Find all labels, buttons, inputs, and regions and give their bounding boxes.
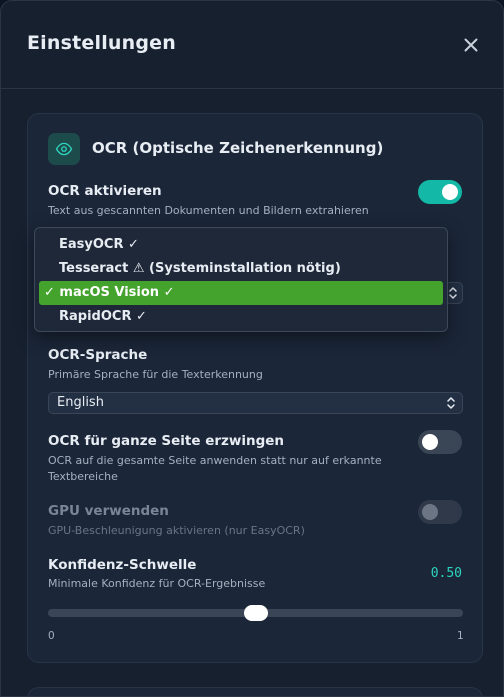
- enable-ocr-toggle[interactable]: [418, 180, 462, 204]
- gpu-label: GPU verwenden: [48, 503, 169, 519]
- force-full-page-toggle[interactable]: [418, 430, 462, 454]
- slider-min-label: 0: [48, 630, 55, 642]
- settings-dialog: Einstellungen OCR (Optische Zeichenerken…: [0, 0, 504, 697]
- confidence-label: Konfidenz-Schwelle: [48, 557, 197, 573]
- ocr-language-description: Primäre Sprache für die Texterkennung: [48, 368, 263, 381]
- ocr-language-label: OCR-Sprache: [48, 347, 148, 363]
- ocr-language-value: English: [57, 395, 104, 410]
- toggle-knob: [442, 184, 458, 200]
- toggle-knob: [422, 504, 438, 520]
- ocr-language-select[interactable]: English: [48, 392, 463, 414]
- toggle-knob: [422, 434, 438, 450]
- slider-max-label: 1: [457, 630, 464, 642]
- chevron-updown-icon: [449, 287, 457, 299]
- dialog-title: Einstellungen: [27, 32, 176, 54]
- engine-option[interactable]: RapidOCR ✓: [39, 305, 443, 329]
- engine-option-selected[interactable]: ✓ macOS Vision ✓: [39, 281, 443, 305]
- slider-thumb[interactable]: [243, 605, 268, 621]
- close-button[interactable]: [459, 33, 483, 57]
- enable-ocr-description: Text aus gescannten Dokumenten und Bilde…: [48, 204, 369, 217]
- chevron-updown-icon: [447, 397, 455, 409]
- force-full-page-label: OCR für ganze Seite erzwingen: [48, 433, 285, 449]
- ocr-engine-dropdown: EasyOCR ✓ Tesseract ⚠ (Systeminstallatio…: [34, 227, 448, 332]
- eye-icon: [55, 142, 73, 156]
- next-settings-card: [27, 687, 483, 696]
- dialog-header: Einstellungen: [1, 1, 503, 89]
- section-icon: [48, 133, 80, 165]
- gpu-description: GPU-Beschleunigung aktivieren (nur EasyO…: [48, 524, 305, 537]
- section-title: OCR (Optische Zeichenerkennung): [92, 139, 384, 157]
- gpu-toggle[interactable]: [418, 500, 462, 524]
- confidence-value: 0.50: [430, 566, 462, 581]
- close-icon: [464, 38, 478, 52]
- ocr-engine-select[interactable]: [446, 282, 463, 304]
- confidence-slider[interactable]: [48, 605, 463, 621]
- enable-ocr-label: OCR aktivieren: [48, 183, 162, 199]
- engine-option[interactable]: EasyOCR ✓: [39, 233, 443, 257]
- ocr-settings-card: OCR (Optische Zeichenerkennung) OCR akti…: [27, 113, 483, 663]
- confidence-description: Minimale Konfidenz für OCR-Ergebnisse: [48, 577, 266, 590]
- engine-option[interactable]: Tesseract ⚠ (Systeminstallation nötig): [39, 257, 443, 281]
- force-full-page-description: OCR auf die gesamte Seite anwenden statt…: [48, 454, 382, 483]
